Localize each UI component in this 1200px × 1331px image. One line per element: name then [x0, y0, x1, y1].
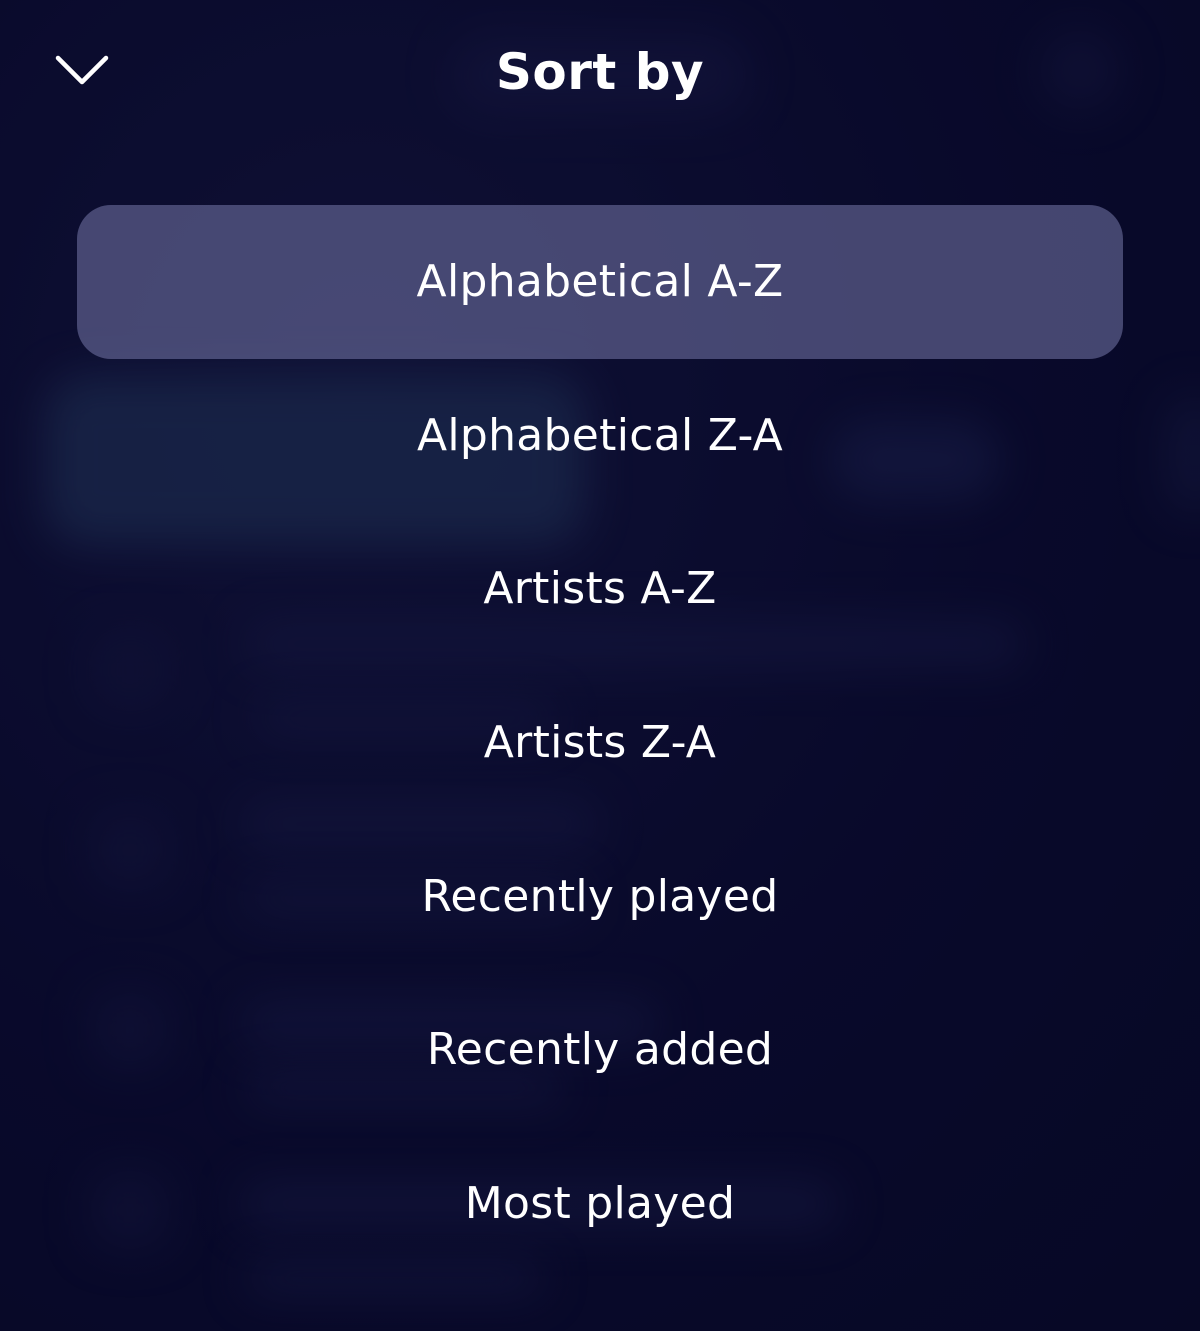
sort-option-artists-z-a[interactable]: Artists Z-A [77, 666, 1123, 820]
sort-option-artists-a-z[interactable]: Artists A-Z [77, 512, 1123, 666]
chevron-down-icon [55, 55, 109, 85]
sort-option-recently-played[interactable]: Recently played [77, 819, 1123, 973]
sort-options-list: Alphabetical A-Z Alphabetical Z-A Artist… [77, 205, 1123, 1280]
sort-sheet: Sort by Alphabetical A-Z Alphabetical Z-… [0, 0, 1200, 1331]
close-button[interactable] [40, 35, 124, 105]
sort-option-alphabetical-a-z[interactable]: Alphabetical A-Z [77, 205, 1123, 359]
sheet-header: Sort by [0, 0, 1200, 145]
sort-option-recently-added[interactable]: Recently added [77, 973, 1123, 1127]
sheet-title: Sort by [495, 43, 705, 101]
sort-option-most-played[interactable]: Most played [77, 1127, 1123, 1281]
sort-option-alphabetical-z-a[interactable]: Alphabetical Z-A [77, 359, 1123, 513]
